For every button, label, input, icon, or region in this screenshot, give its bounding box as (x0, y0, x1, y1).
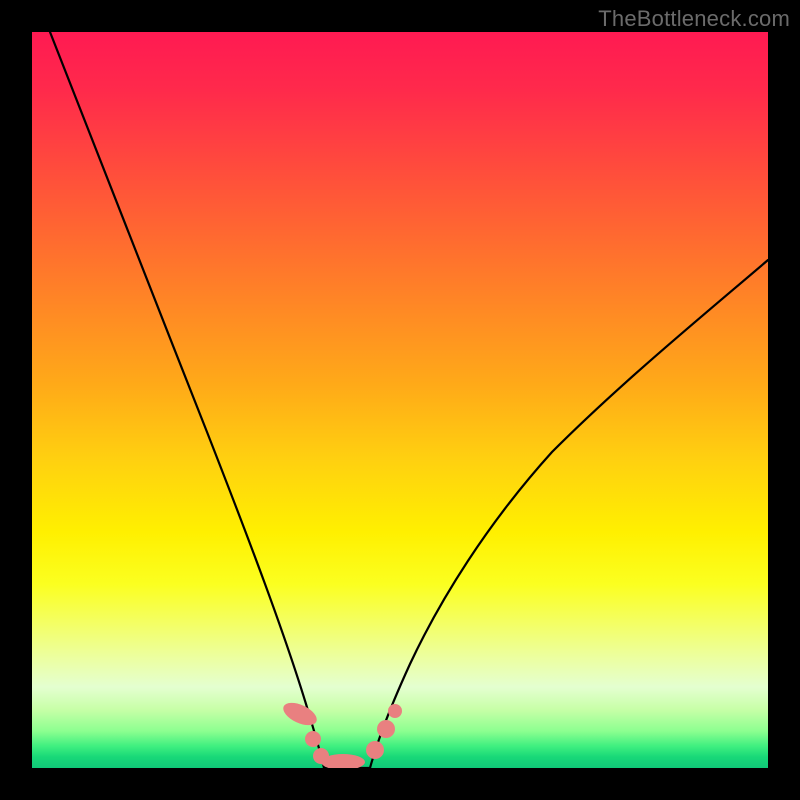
marker-pill-left (280, 698, 320, 730)
valley-markers (280, 698, 402, 768)
marker-dot-left-1 (305, 731, 321, 747)
watermark-text: TheBottleneck.com (598, 6, 790, 32)
right-curve (370, 260, 768, 768)
marker-dot-right-3 (388, 704, 402, 718)
chart-frame: TheBottleneck.com (0, 0, 800, 800)
marker-dot-right-2 (377, 720, 395, 738)
curve-layer (32, 32, 768, 768)
marker-dot-right-1 (366, 741, 384, 759)
left-curve (50, 32, 324, 768)
plot-area (32, 32, 768, 768)
